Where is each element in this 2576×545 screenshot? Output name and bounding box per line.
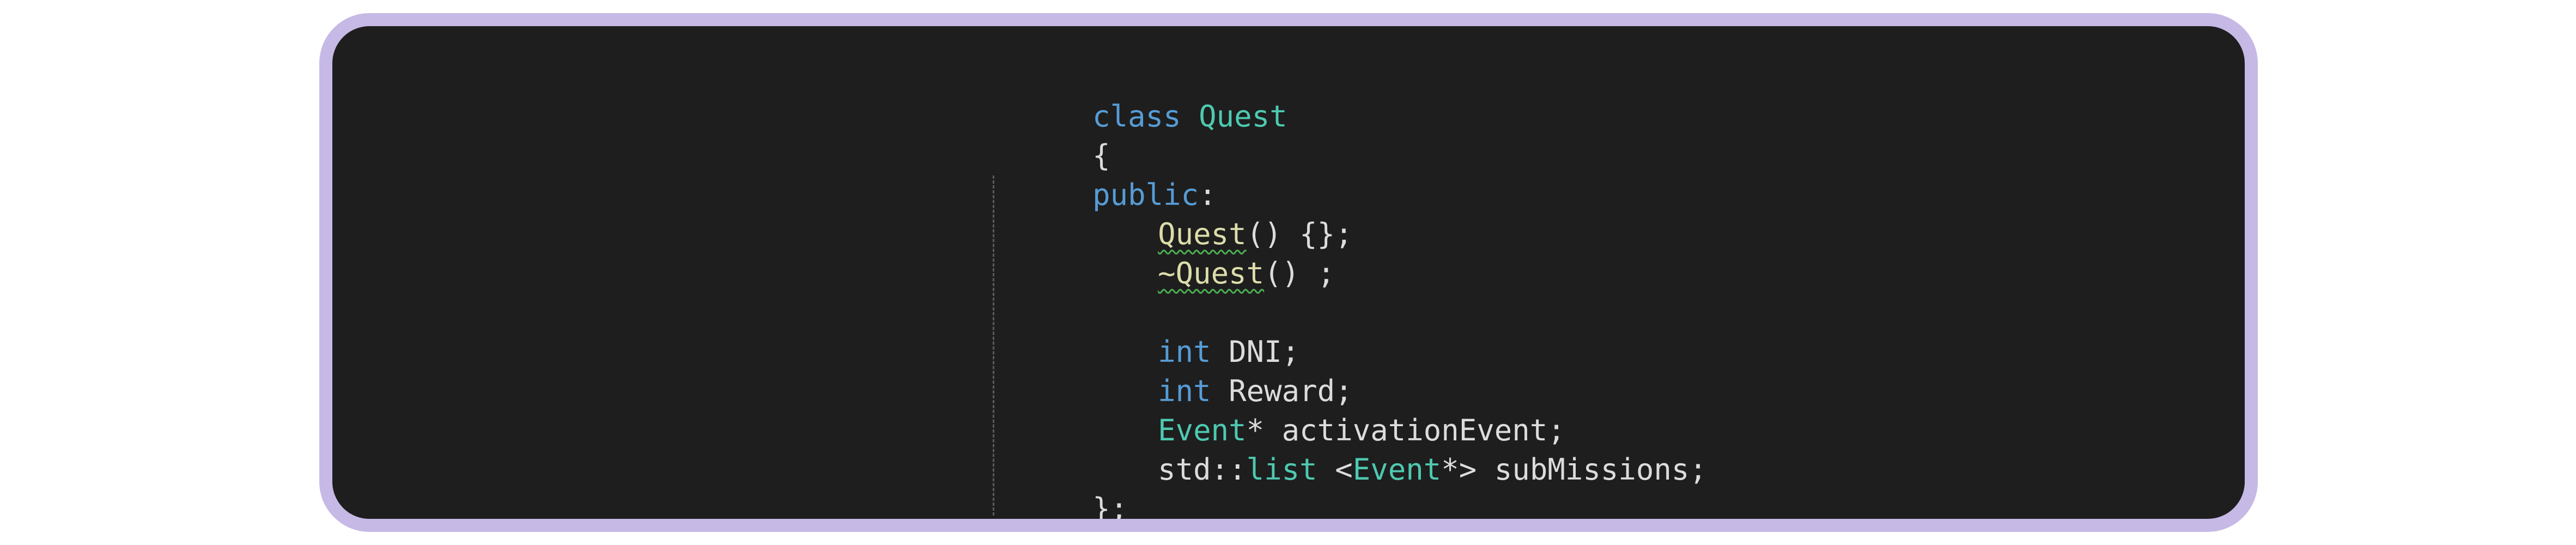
code-line-5: ~Quest() ;: [986, 215, 1707, 290]
close-brace: };: [1092, 492, 1128, 526]
code-line-4: Quest() {};: [986, 175, 1707, 251]
code-line-2: {: [986, 97, 1707, 173]
code-editor: class Quest { public: Quest() {}; ~Quest…: [986, 58, 1707, 519]
code-line-8: int Reward;: [986, 332, 1707, 408]
code-line-7: int DNI;: [986, 293, 1707, 369]
code-line-3: public:: [986, 136, 1707, 212]
code-line-1: class Quest: [986, 58, 1707, 134]
code-screenshot-frame: class Quest { public: Quest() {}; ~Quest…: [319, 13, 2258, 532]
code-line-9: Event* activationEvent;: [986, 372, 1707, 447]
code-line-11: };: [986, 450, 1707, 519]
code-line-10: std::list <Event*> subMissions;: [986, 411, 1707, 487]
